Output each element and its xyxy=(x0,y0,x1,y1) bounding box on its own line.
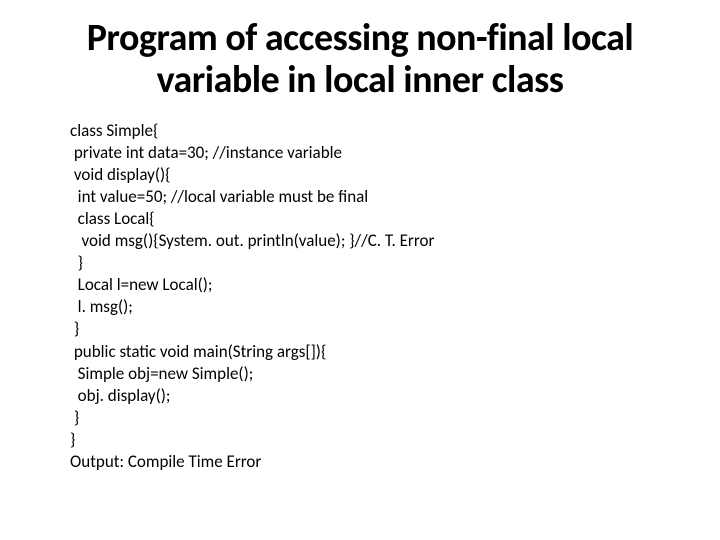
code-block: class Simple{ private int data=30; //ins… xyxy=(40,120,680,474)
slide-title: Program of accessing non-final local var… xyxy=(40,18,680,102)
slide: Program of accessing non-final local var… xyxy=(0,0,720,540)
